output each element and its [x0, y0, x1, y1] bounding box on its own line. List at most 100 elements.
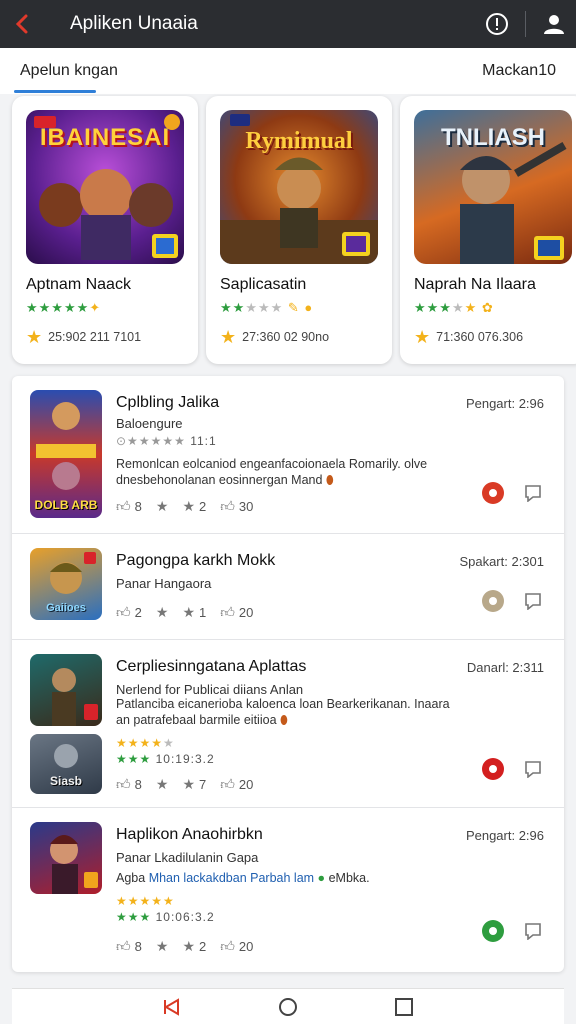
review-button[interactable]: 👍︎ 20	[220, 938, 253, 955]
rating-stars: ★★★ 10:06:3.2	[116, 910, 215, 924]
star-icon: ★	[182, 776, 195, 792]
comment-icon[interactable]	[524, 592, 542, 610]
rating-stars-gold: ★★★★★	[116, 736, 175, 750]
back-button[interactable]	[0, 0, 44, 48]
app-thumbnail: Gaiioes	[30, 548, 102, 620]
like-button[interactable]: 👍︎ 8	[116, 498, 142, 515]
list-item[interactable]: DOLB ARB Cplbling Jalika Baloengure ⊙★★★…	[12, 376, 564, 534]
game-artwork: Rymimual	[220, 110, 378, 264]
like-button[interactable]: 👍︎ 2	[116, 604, 142, 621]
star-outline-icon: ★	[155, 498, 169, 514]
featured-app-name: Saplicasatin	[220, 276, 307, 293]
thumbs-icon: 👍︎	[220, 776, 235, 792]
like-button[interactable]: 👍︎ 8	[116, 776, 142, 793]
badge-icon: ⬮	[280, 713, 288, 727]
comment-icon[interactable]	[524, 922, 542, 940]
review-button[interactable]: 👍︎ 20	[220, 776, 253, 793]
item-subtitle: Panar Lkadilulanin Gapa	[116, 850, 259, 865]
item-actions: 👍︎ 8 ★ ★ 2 👍︎ 30	[116, 498, 253, 515]
favorite-button[interactable]: ★	[156, 604, 169, 621]
game-art-title: IBAINESAI	[39, 124, 171, 151]
item-description-link[interactable]: Mhan lackakdban Parbah lam	[149, 871, 314, 885]
item-subtitle: Baloengure	[116, 416, 183, 431]
app-thumbnail: DOLB ARB	[30, 390, 102, 518]
comment-icon[interactable]	[524, 760, 542, 778]
app-thumbnail	[30, 654, 102, 726]
profile-button[interactable]	[532, 0, 576, 48]
item-subtitle: Nerlend for Publicai diians Anlan	[116, 682, 304, 697]
game-artwork: IBAINESAI	[26, 110, 184, 264]
review-count: 20	[238, 777, 254, 792]
item-actions: 👍︎ 2 ★ ★ 1 👍︎ 20	[116, 604, 253, 621]
favorite-button[interactable]: ★	[156, 938, 169, 955]
app-thumbnail-secondary: Siasb	[30, 734, 102, 794]
status-indicator[interactable]	[482, 590, 504, 612]
nav-home-button[interactable]	[276, 995, 300, 1019]
list-item[interactable]: Siasb Cerpliesinngatana Aplattas Nerlend…	[12, 640, 564, 808]
status-indicator[interactable]	[482, 920, 504, 942]
item-description: Patlanciba eicanerioba kaloenca loan Bea…	[116, 696, 456, 728]
status-indicator[interactable]	[482, 482, 504, 504]
nav-recents-button[interactable]	[392, 995, 416, 1019]
review-count: 20	[238, 939, 254, 954]
thumbs-icon: 👍︎	[220, 938, 235, 954]
game-art-title: Rymimual	[245, 128, 353, 154]
thumbnail-label: Siasb	[49, 774, 82, 788]
rating-stars-gold: ★★★★★	[116, 894, 175, 908]
tab-bar: Apelun kngan Mackan10	[0, 48, 576, 94]
info-button[interactable]	[475, 0, 519, 48]
app-title: Apliken Unaaia	[70, 13, 198, 34]
tab-secondary[interactable]: Mackan10	[482, 62, 556, 80]
item-date: Pengart: 2:96	[465, 828, 544, 843]
rating-button[interactable]: ★ 2	[182, 938, 206, 955]
favorite-button[interactable]: ★	[156, 776, 169, 793]
rating-count: 2	[199, 939, 207, 954]
toolbar-divider	[525, 11, 526, 37]
verified-icon: ●	[317, 871, 326, 885]
rating-button[interactable]: ★ 7	[182, 776, 206, 793]
rating-stars: ★★★ 10:19:3.2	[116, 752, 215, 766]
like-count: 8	[134, 499, 142, 514]
tab-active-indicator	[14, 90, 96, 93]
rating-button[interactable]: ★ 2	[182, 498, 206, 515]
star-icon: ★	[182, 604, 195, 620]
review-button[interactable]: 👍︎ 20	[220, 604, 253, 621]
review-count: 20	[238, 605, 254, 620]
featured-card[interactable]: IBAINESAI Aptnam Naack ★★★★★✦ ★ 25:902 2…	[12, 96, 198, 364]
like-button[interactable]: 👍︎ 8	[116, 938, 142, 955]
like-count: 8	[134, 939, 142, 954]
featured-card[interactable]: Rymimual Saplicasatin ★★★★★ ✎ ● ★ 27:360…	[206, 96, 392, 364]
thumbs-icon: 👍︎	[220, 498, 235, 514]
badge-icon: ⬮	[325, 473, 334, 487]
rating-button[interactable]: ★ 1	[182, 604, 206, 621]
game-art-title: TNLIASH	[441, 124, 545, 151]
item-title: Cplbling Jalika	[116, 394, 220, 411]
featured-meta: ★ 71:360 076.306	[414, 328, 572, 346]
featured-app-name: Aptnam Naack	[26, 276, 131, 293]
rating-stars: ⊙★★★★★ 11:1	[116, 434, 217, 448]
rating-text: 10:19:3.2	[155, 752, 215, 766]
favorite-button[interactable]: ★	[156, 498, 169, 515]
back-arrow-icon	[15, 14, 28, 34]
item-date: Spakart: 2:301	[459, 554, 544, 569]
list-item[interactable]: Gaiioes Pagongpa karkh Mokk Panar Hangao…	[12, 534, 564, 640]
featured-meta-text: 71:360 076.306	[436, 330, 524, 344]
featured-card[interactable]: TNLIASH Naprah Na Ilaara ★★★★★ ✿ ★ 71:36…	[400, 96, 576, 364]
item-description: Agba Mhan lackakdban Parbah lam ● eMbka.	[116, 870, 456, 886]
star-outline-icon: ★	[155, 938, 169, 954]
item-description-text: Agba	[116, 871, 146, 885]
comment-icon[interactable]	[524, 484, 542, 502]
tab-active[interactable]: Apelun kngan	[20, 62, 118, 80]
nav-back-button[interactable]	[160, 995, 184, 1019]
review-button[interactable]: 👍︎ 30	[220, 498, 253, 515]
list-item[interactable]: Haplikon Anaohirbkn Panar Lkadilulanin G…	[12, 808, 564, 972]
featured-meta: ★ 27:360 02 90no	[220, 328, 378, 346]
rating-stars: ★★★★★ ✎ ●	[220, 300, 314, 315]
thumbs-up-icon: 👍︎	[116, 776, 131, 792]
system-nav-bar	[12, 988, 564, 1024]
featured-meta-text: 25:902 211 7101	[48, 330, 142, 344]
like-count: 2	[134, 605, 142, 620]
item-title: Pagongpa karkh Mokk	[116, 552, 276, 569]
status-indicator[interactable]	[482, 758, 504, 780]
featured-meta-text: 27:360 02 90no	[242, 330, 330, 344]
